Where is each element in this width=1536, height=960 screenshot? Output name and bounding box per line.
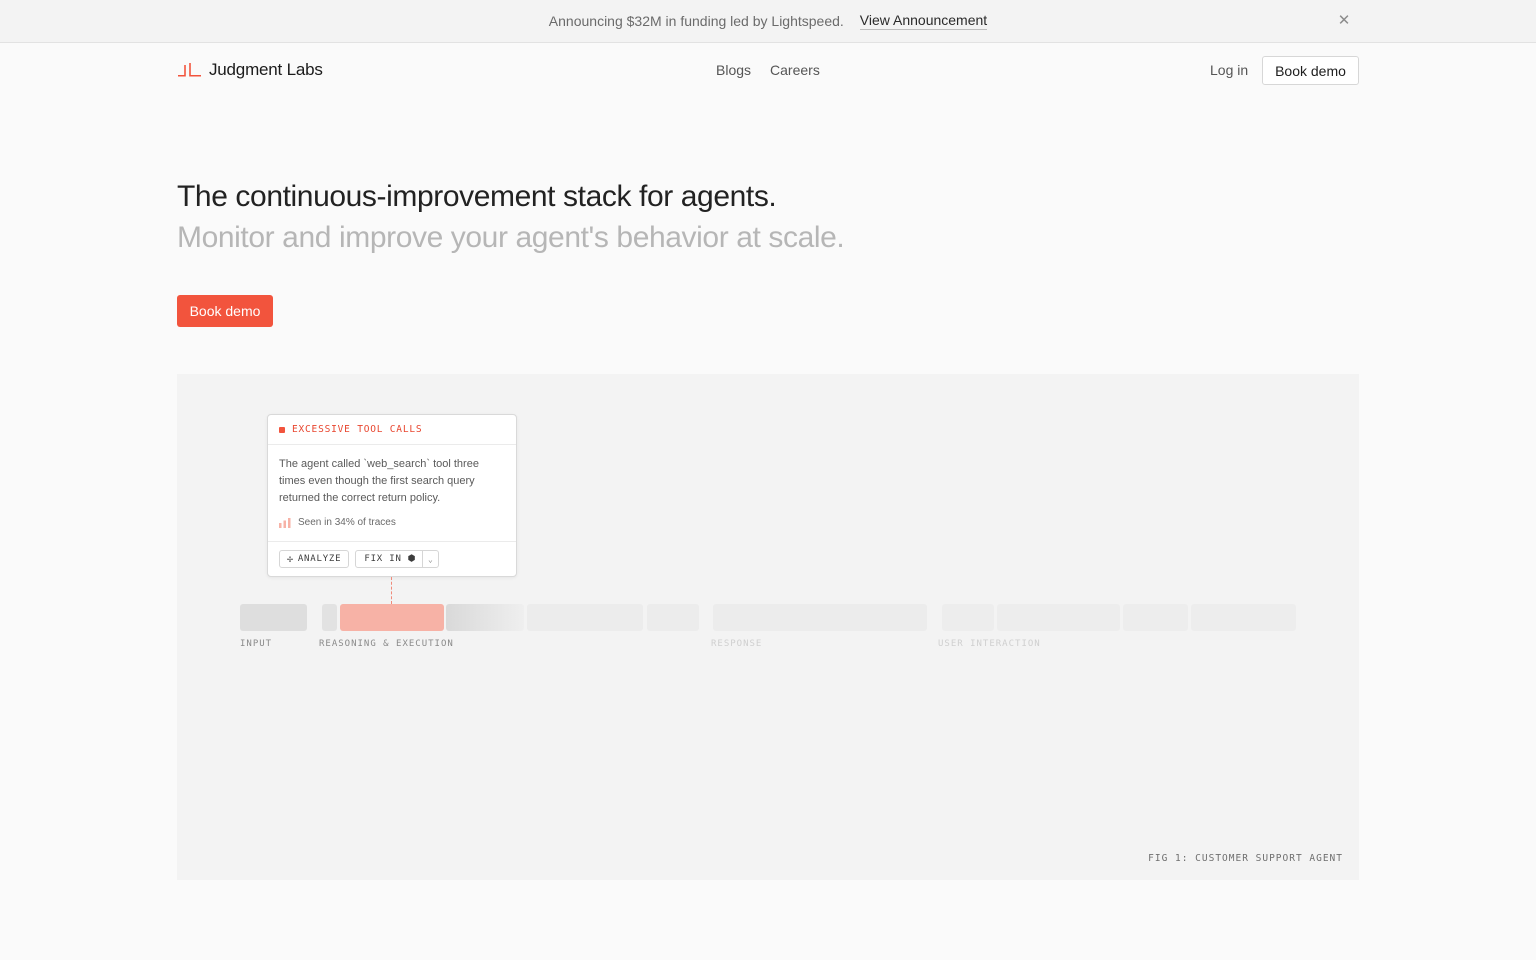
- hero-subtitle: Monitor and improve your agent's behavio…: [177, 221, 845, 254]
- brand-name: Judgment Labs: [209, 60, 323, 79]
- issue-card: EXCESSIVE TOOL CALLS The agent called `w…: [267, 414, 517, 577]
- analyze-button[interactable]: ✢ ANALYZE: [279, 550, 350, 568]
- issue-tag: EXCESSIVE TOOL CALLS: [292, 424, 423, 435]
- nav-links: Blogs Careers: [716, 62, 820, 78]
- analyze-label: ANALYZE: [297, 554, 342, 564]
- stage-label-input: INPUT: [240, 639, 273, 649]
- segment-user-3: [1123, 604, 1188, 631]
- segment-reasoning-ghost-2: [647, 604, 699, 631]
- fix-in-main[interactable]: FIX IN ⬢: [356, 551, 424, 567]
- stage-label-user-interaction: USER INTERACTION: [938, 639, 1041, 649]
- announcement-text: Announcing $32M in funding led by Lights…: [548, 13, 844, 29]
- issue-card-actions: ✢ ANALYZE FIX IN ⬢ ⌄: [268, 541, 516, 576]
- figure-caption: FIG 1: CUSTOMER SUPPORT AGENT: [1148, 853, 1343, 864]
- segment-reasoning-small: [322, 604, 337, 631]
- login-link[interactable]: Log in: [1210, 62, 1248, 78]
- segment-reasoning-fade: [446, 604, 524, 631]
- issue-description: The agent called `web_search` tool three…: [279, 458, 479, 504]
- close-icon[interactable]: ✕: [1336, 13, 1352, 29]
- brand-logo[interactable]: Judgment Labs: [177, 60, 323, 80]
- segment-reasoning-highlight: [340, 604, 444, 631]
- issue-stat: Seen in 34% of traces: [279, 514, 505, 531]
- segment-user-4: [1191, 604, 1296, 631]
- logo-mark-icon: [178, 63, 201, 77]
- issue-card-header: EXCESSIVE TOOL CALLS: [268, 415, 516, 445]
- nav-link-blogs[interactable]: Blogs: [716, 62, 751, 78]
- agent-trace-figure: EXCESSIVE TOOL CALLS The agent called `w…: [177, 374, 1359, 880]
- fix-in-button[interactable]: FIX IN ⬢ ⌄: [355, 550, 440, 568]
- cube-icon: ⬢: [407, 554, 417, 564]
- stage-label-response: RESPONSE: [711, 639, 763, 649]
- top-nav: Judgment Labs Blogs Careers Log in Book …: [177, 56, 1359, 86]
- announcement-bar: Announcing $32M in funding led by Lights…: [0, 0, 1536, 43]
- chevron-down-icon[interactable]: ⌄: [423, 555, 438, 564]
- alert-dot-icon: [279, 426, 285, 433]
- segment-user-1: [942, 604, 994, 631]
- connector-line: [391, 577, 392, 604]
- hero-title: The continuous-improvement stack for age…: [177, 180, 777, 213]
- segment-input: [240, 604, 307, 631]
- nav-link-careers[interactable]: Careers: [770, 62, 820, 78]
- hero-book-demo-button[interactable]: Book demo: [177, 295, 273, 327]
- nav-book-demo-button[interactable]: Book demo: [1262, 56, 1359, 85]
- segment-reasoning-ghost-1: [527, 604, 643, 631]
- segment-response: [713, 604, 927, 631]
- stage-label-reasoning: REASONING & EXECUTION: [319, 639, 454, 649]
- view-announcement-link[interactable]: View Announcement: [859, 12, 988, 30]
- fix-in-label: FIX IN: [364, 554, 402, 564]
- bar-chart-icon: [279, 517, 291, 528]
- segment-user-2: [997, 604, 1120, 631]
- sparkle-icon: ✢: [287, 553, 294, 565]
- issue-stat-text: Seen in 34% of traces: [298, 517, 396, 528]
- issue-card-body: The agent called `web_search` tool three…: [268, 445, 516, 531]
